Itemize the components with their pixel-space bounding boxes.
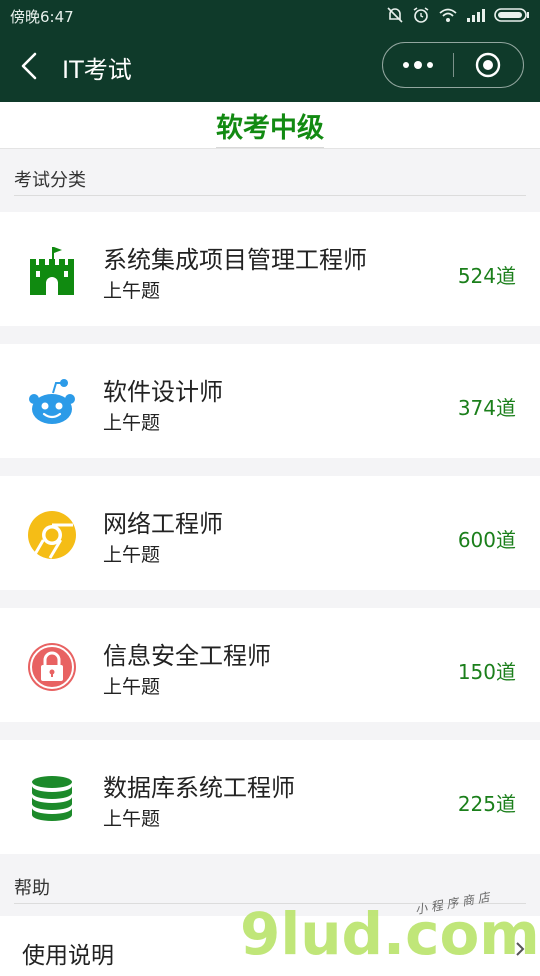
status-icons xyxy=(386,6,530,24)
exam-card-subtitle: 上午题 xyxy=(103,412,161,434)
nav-title: IT考试 xyxy=(62,56,132,84)
nav-bar: IT考试 xyxy=(0,30,540,102)
app-header: 傍晚6:47 IT考试 xyxy=(0,0,540,102)
exam-card-subtitle: 上午题 xyxy=(103,544,161,566)
exam-card-subtitle: 上午题 xyxy=(103,676,161,698)
exam-card[interactable]: 数据库系统工程师 上午题 225道 xyxy=(0,740,540,854)
chrome-icon xyxy=(28,511,76,559)
capsule-menu xyxy=(382,42,524,88)
exam-card-subtitle: 上午题 xyxy=(103,808,161,830)
close-miniprogram-button[interactable] xyxy=(454,43,522,86)
exam-card-count: 600道 xyxy=(457,528,516,552)
target-close-icon xyxy=(475,52,501,77)
database-icon xyxy=(32,776,72,821)
help-item-label: 使用说明 xyxy=(22,943,114,969)
section-divider xyxy=(14,195,526,196)
do-not-disturb-icon xyxy=(387,7,403,23)
exam-card-subtitle: 上午题 xyxy=(103,280,161,302)
exam-card[interactable]: 网络工程师 上午题 600道 xyxy=(0,476,540,590)
status-bar: 傍晚6:47 xyxy=(0,0,540,30)
watermark: 9lud.com 小 程 序 商 店 xyxy=(240,888,540,968)
exam-card[interactable]: 系统集成项目管理工程师 上午题 524道 xyxy=(0,212,540,326)
exam-card-count: 524道 xyxy=(457,264,516,288)
exam-card-count: 374道 xyxy=(457,396,516,420)
castle-icon xyxy=(30,247,74,295)
more-dots-icon xyxy=(403,60,433,69)
exam-card-name: 软件设计师 xyxy=(103,378,223,406)
exam-card[interactable]: 信息安全工程师 上午题 150道 xyxy=(0,608,540,722)
exam-card-name: 数据库系统工程师 xyxy=(103,774,295,802)
back-button[interactable] xyxy=(14,50,44,82)
page-title: 软考中级 xyxy=(216,106,324,148)
exam-card-count: 225道 xyxy=(457,792,516,816)
robot-icon xyxy=(29,379,75,424)
more-button[interactable] xyxy=(383,43,453,86)
status-time: 傍晚6:47 xyxy=(10,8,74,26)
alarm-icon xyxy=(413,7,429,23)
exam-card-name: 信息安全工程师 xyxy=(103,642,271,670)
exam-card-name: 网络工程师 xyxy=(103,510,223,538)
page-title-bar: 软考中级 xyxy=(0,102,540,149)
exam-card-name: 系统集成项目管理工程师 xyxy=(103,246,367,274)
chevron-left-icon xyxy=(21,52,37,80)
battery-icon xyxy=(494,8,529,22)
exam-card-count: 150道 xyxy=(457,660,516,684)
signal-icon xyxy=(467,9,485,22)
lock-icon xyxy=(28,643,76,691)
section-label-help: 帮助 xyxy=(14,878,50,899)
wifi-icon xyxy=(439,8,457,22)
watermark-main: 9lud.com xyxy=(240,900,540,960)
exam-card[interactable]: 软件设计师 上午题 374道 xyxy=(0,344,540,458)
section-label-exam-category: 考试分类 xyxy=(14,170,86,191)
